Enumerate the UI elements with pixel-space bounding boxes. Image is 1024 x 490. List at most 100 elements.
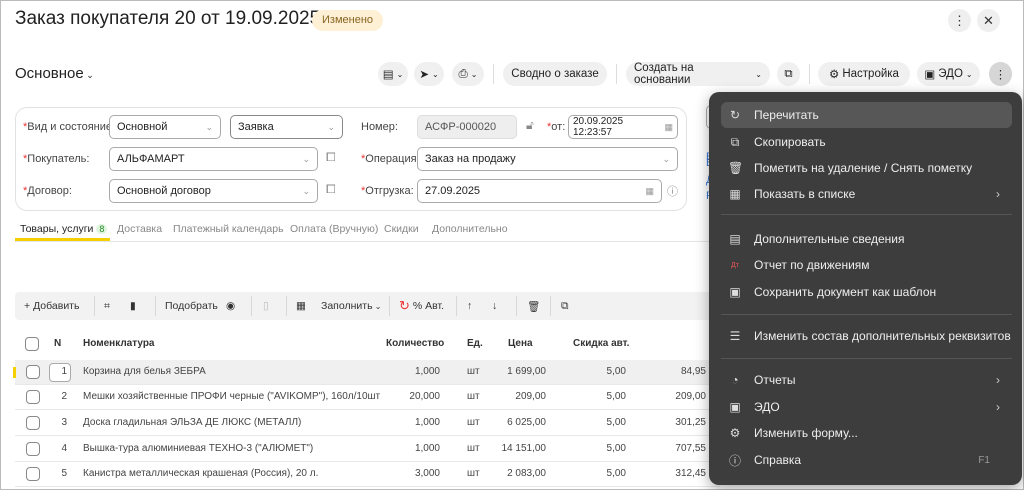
barcode-icon[interactable]: ▮ [130,292,136,320]
auto-discount-button[interactable]: ↻ % Авт. [399,292,444,320]
col-name[interactable]: Номенклатура [83,338,154,349]
tab-additional[interactable]: Дополнительно [432,223,508,235]
current-row-marker [13,367,16,378]
tab-discounts[interactable]: Скидки [384,223,419,235]
chevron-right-icon: › [996,373,1000,387]
add-button[interactable]: + Добавить [24,292,79,320]
structure-icon[interactable]: ⧉ [777,62,800,86]
excel-icon[interactable]: ▦ [296,292,306,320]
row-discount-amount: 707,55 [675,443,706,454]
row-discount: 5,00 [606,443,626,454]
edo-button[interactable]: ▣ ЭДО ⌄ [917,62,980,86]
contract-field[interactable]: Основной договор ⌄ [109,179,318,203]
tab-count-badge: 8 [96,224,108,234]
send-button[interactable]: ➤ ⌄ [414,62,444,86]
menu-item[interactable]: 🗑︎ Пометить на удаление / Снять пометку [721,155,1012,181]
open-icon[interactable]: ⧠ [326,182,336,197]
shortcut: F1 [978,454,990,466]
row-checkbox[interactable] [26,442,40,456]
move-up-icon[interactable]: ↑ [467,292,472,320]
open-icon[interactable]: ⧠ [326,150,336,165]
state-select[interactable]: Заявка ⌄ [230,115,343,139]
select-all-checkbox[interactable] [25,337,39,351]
row-price: 2 083,00 [507,468,546,479]
lock-icon[interactable]: 🔓︎ [526,118,534,133]
status-badge: Изменено [312,10,384,31]
create-based-button[interactable]: Создать на основании ⌄ [626,62,770,86]
menu-item[interactable]: ⧉ Скопировать [721,129,1012,155]
tab-goods[interactable]: Товары, услуги 8 [20,223,108,235]
table-row[interactable]: 2 Мешки хозяйственные ПРОФИ черные ("AVIK… [15,385,720,410]
move-down-icon[interactable]: ↓ [492,292,497,320]
col-unit[interactable]: Ед. [467,338,483,349]
row-unit: шт [467,468,480,479]
menu-item-label: Сохранить документ как шаблон [754,285,937,299]
more-actions-button[interactable]: ⋮ [989,62,1012,86]
date-field[interactable]: 20.09.2025 12:23:57 ▦ [568,115,678,139]
menu-item-label: Перечитать [754,108,819,122]
col-discount[interactable]: Скидка авт. [573,338,629,349]
menu-item[interactable]: ⓘ Справка F1 [721,447,1012,473]
row-qty: 1,000 [414,417,440,428]
row-unit: шт [467,391,480,402]
print-button[interactable]: ⎙ ⌄ [452,62,484,86]
menu-item[interactable]: ▤ Дополнительные сведения [721,226,1012,252]
divider [550,296,551,316]
summary-button[interactable]: Сводно о заказе [503,62,607,86]
row-qty: 3,000 [414,468,440,479]
col-price[interactable]: Цена [508,338,533,349]
form-variant-dropdown[interactable]: Основное ⌄ [15,65,94,82]
delete-icon[interactable]: 🗑︎ [527,292,540,320]
row-discount: 5,00 [606,391,626,402]
fill-button[interactable]: Заполнить ⌄ [321,292,381,320]
row-checkbox[interactable] [26,365,40,379]
scan-icon[interactable]: ⌗ [104,292,110,320]
copy-icon[interactable]: ⧉ [561,292,569,320]
customer-field[interactable]: АЛЬФАМАРТ ⌄ [109,147,318,171]
copy-icon: ⧉ [730,134,740,149]
clipboard-icon[interactable]: ▯ [263,292,269,320]
row-discount-amount: 209,00 [675,391,706,402]
menu-item[interactable]: Дт Отчет по движениям [721,252,1012,278]
info-icon[interactable]: ⓘ [667,183,678,199]
menu-item[interactable]: ▣ ЭДО › [721,394,1012,420]
row-checkbox[interactable] [26,390,40,404]
menu-item[interactable]: ⚙ Изменить форму... [721,420,1012,446]
table-row[interactable]: 4 Вышка-тура алюминиевая ТЕХНО-3 ("АЛЮМЕТ… [15,437,720,462]
date-label: *от: [547,121,566,133]
divider [251,296,252,316]
col-qty[interactable]: Количество [386,338,444,349]
divider [809,64,810,84]
document-menu-button[interactable]: ▤ ⌄ [378,62,408,86]
row-number: 4 [61,443,67,454]
row-qty: 20,000 [409,391,440,402]
row-name: Доска гладильная ЭЛЬЗА ДЕ ЛЮКС (МЕТАЛЛ) [83,417,302,428]
col-n[interactable]: N [54,338,61,349]
menu-item[interactable]: ↻ Перечитать [721,102,1012,128]
row-number: 5 [61,468,67,479]
tab-delivery[interactable]: Доставка [117,223,162,235]
shipment-date-field[interactable]: 27.09.2025 ▦ [417,179,662,203]
edo-icon: ▣ [924,69,936,81]
divider [456,296,457,316]
table-row[interactable]: 1 Корзина для белья ЗЕБРА 1,000 шт 1 699,00 5… [13,360,720,385]
menu-item[interactable]: ☰ Изменить состав дополнительных реквизит… [721,323,1012,349]
number-field[interactable]: АСФР-000020 [417,115,517,139]
menu-item[interactable]: ◔ Отчеты › [721,367,1012,393]
tab-payment-calendar[interactable]: Платежный календарь [173,223,284,235]
menu-item[interactable]: ▣ Сохранить документ как шаблон [721,279,1012,305]
row-number-box[interactable] [49,363,71,382]
table-row[interactable]: 5 Канистра металлическая крашеная (Россия… [15,462,720,487]
more-icon[interactable]: ⋮ [948,9,971,32]
row-checkbox[interactable] [26,467,40,481]
eye-icon[interactable]: ◉ [226,292,235,320]
row-checkbox[interactable] [26,416,40,430]
operation-select[interactable]: Заказ на продажу ⌄ [417,147,678,171]
settings-button[interactable]: ⚙ Настройка [818,62,910,86]
pick-button[interactable]: Подобрать [165,292,218,320]
table-row[interactable]: 3 Доска гладильная ЭЛЬЗА ДЕ ЛЮКС (МЕТАЛЛ)… [15,411,720,436]
kind-select[interactable]: Основной ⌄ [109,115,221,139]
menu-item[interactable]: ▦ Показать в списке › [721,181,1012,207]
tab-payment[interactable]: Оплата (Вручную) [290,223,378,235]
close-icon[interactable]: ✕ [977,9,1000,32]
